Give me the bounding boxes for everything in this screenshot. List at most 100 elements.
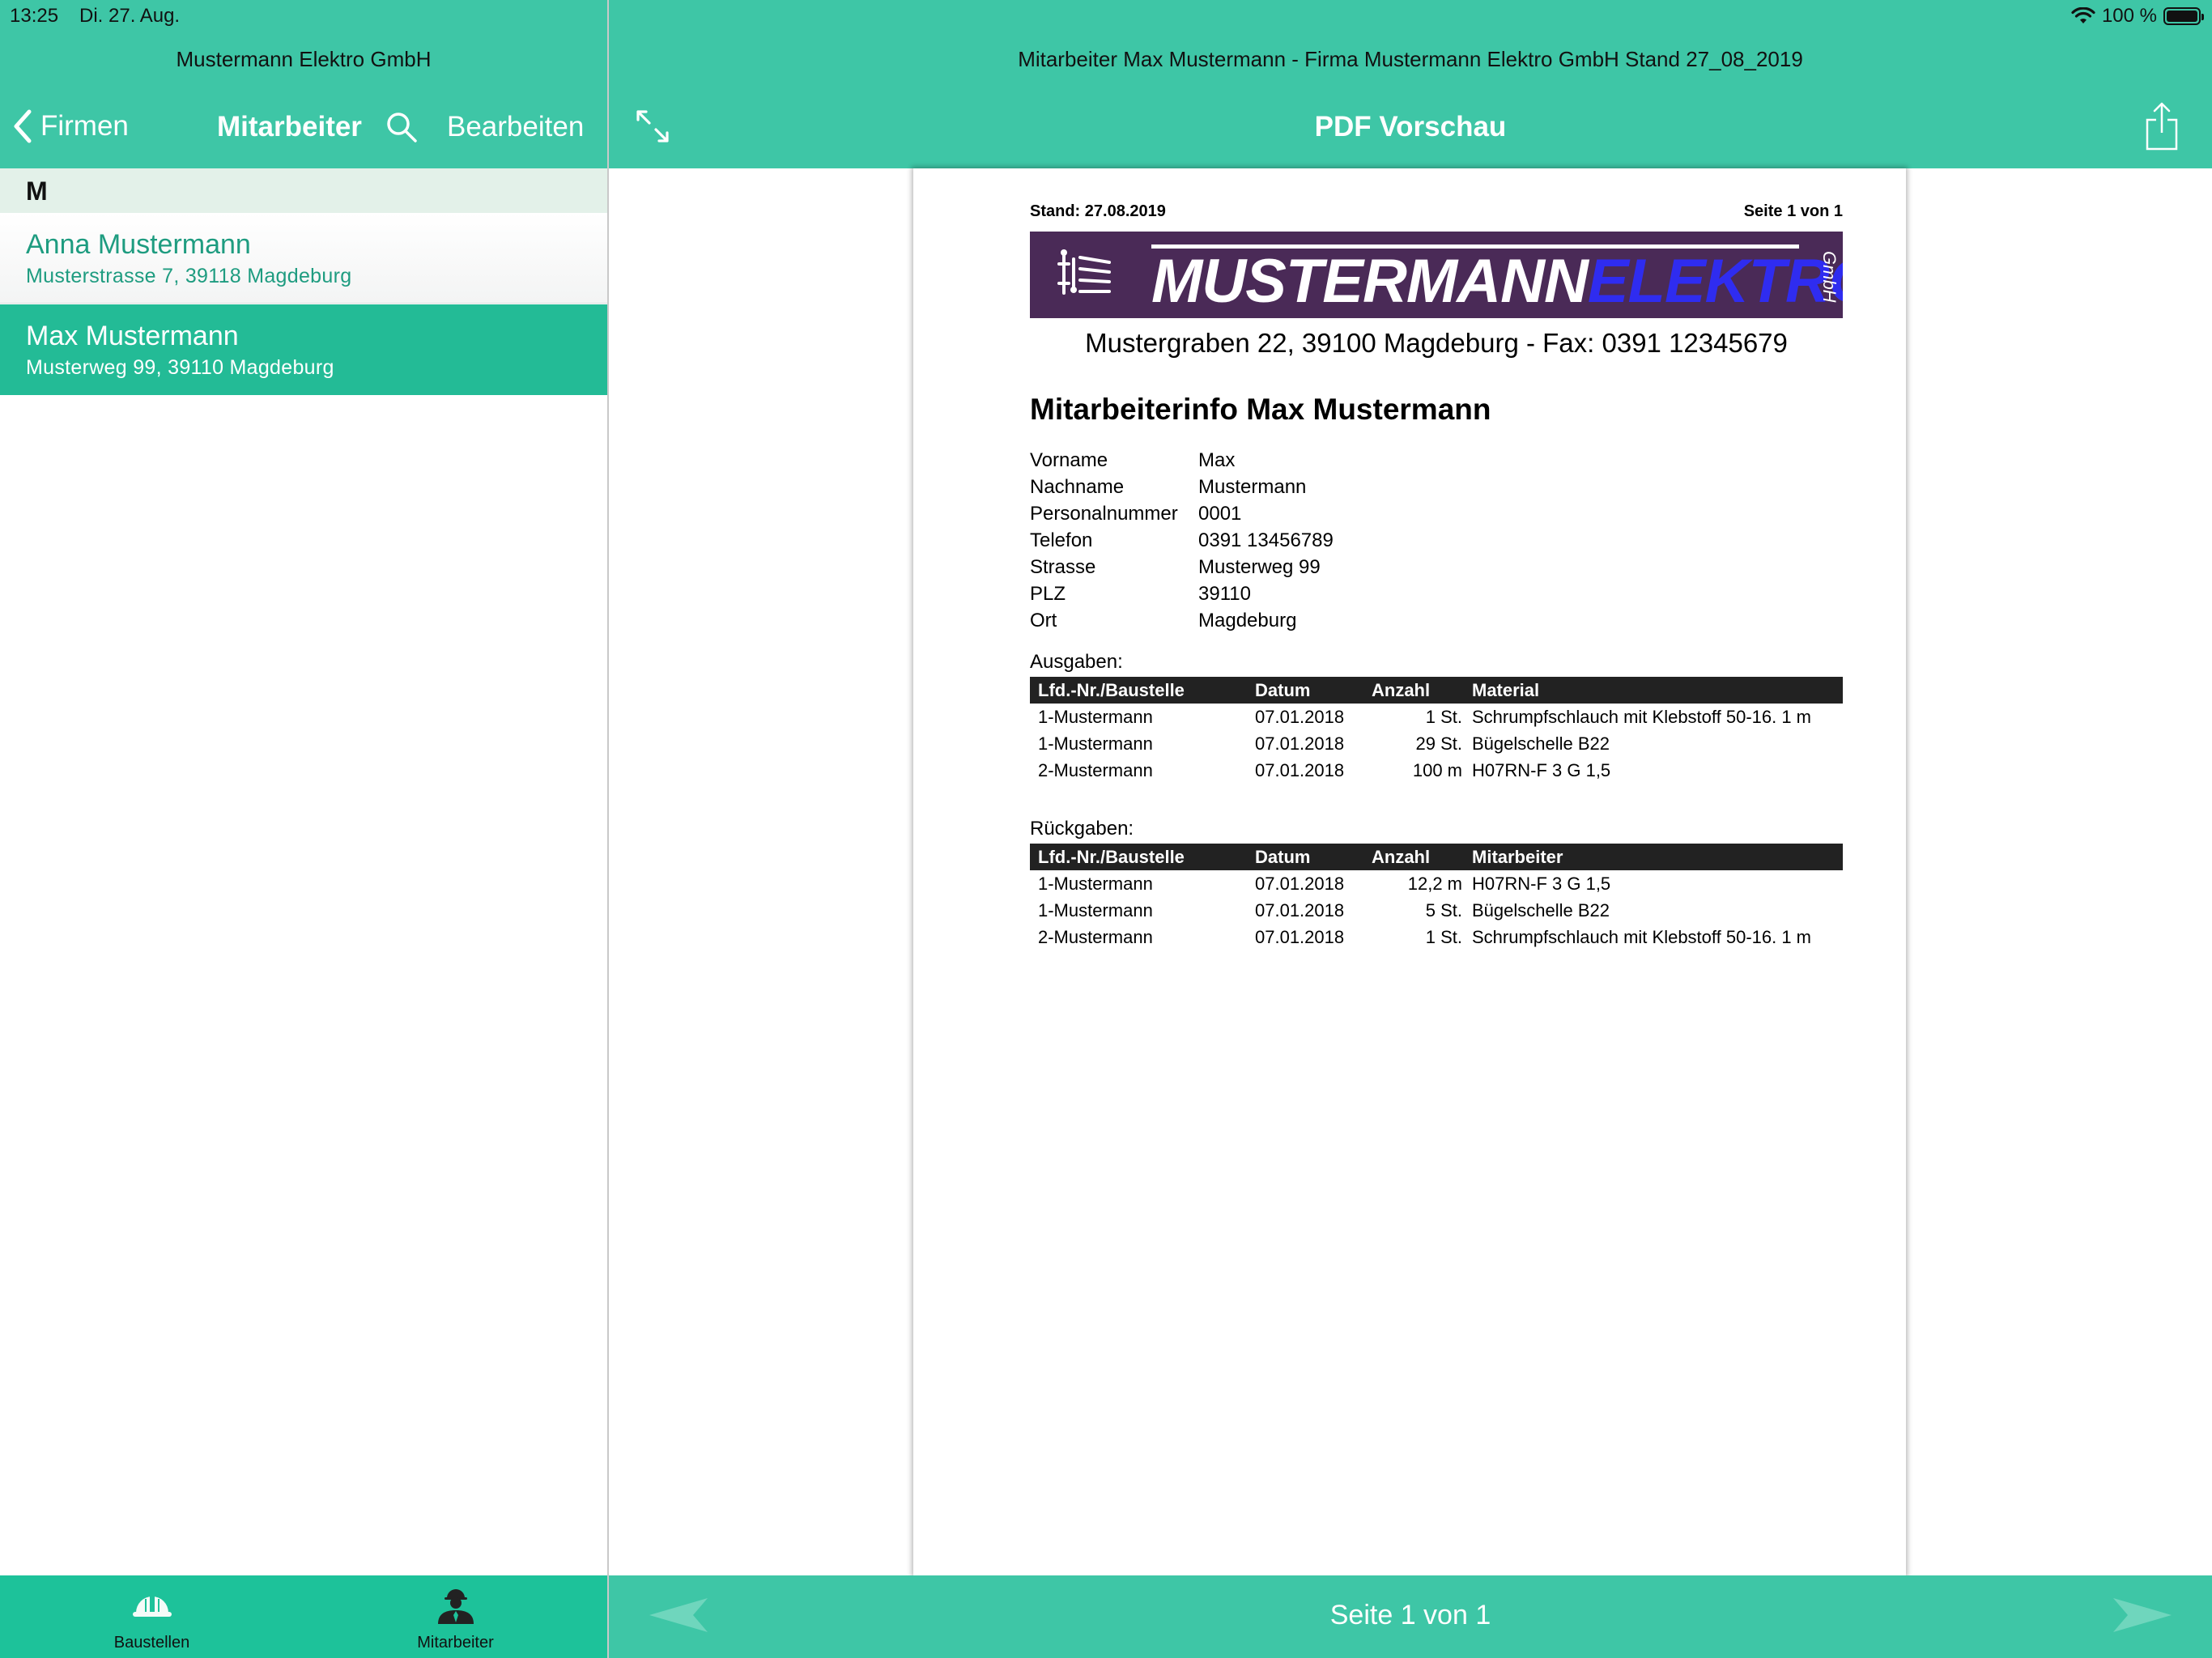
employee-name: Anna Mustermann bbox=[26, 229, 251, 260]
company-logo-banner: MUSTERMANNELEKTRO GmbH bbox=[1030, 232, 1843, 318]
info-value: 0001 bbox=[1198, 503, 1242, 525]
info-label: Personalnummer bbox=[1030, 503, 1178, 525]
table-cell: Schrumpfschlauch mit Klebstoff 50-16. 1 … bbox=[1472, 927, 1812, 947]
employee-address: Musterstrasse 7, 39118 Magdeburg bbox=[26, 265, 352, 287]
search-icon[interactable] bbox=[385, 110, 419, 144]
circuit-logo-icon bbox=[1057, 249, 1111, 295]
status-time: 13:25 bbox=[10, 5, 59, 27]
info-label: Vorname bbox=[1030, 449, 1108, 471]
table-cell: 07.01.2018 bbox=[1255, 760, 1345, 780]
info-value: Mustermann bbox=[1198, 476, 1307, 498]
info-label: Nachname bbox=[1030, 476, 1125, 498]
info-row: PLZ 39110 bbox=[1030, 583, 1843, 610]
table-cell: 29 St. bbox=[1415, 733, 1462, 754]
logo-gmbh: GmbH bbox=[1819, 251, 1838, 303]
table-cell: H07RN-F 3 G 1,5 bbox=[1472, 760, 1611, 780]
column-header: Anzahl bbox=[1372, 680, 1431, 700]
table-cell: 2-Mustermann bbox=[1038, 927, 1153, 947]
pdf-page-number: Seite 1 von 1 bbox=[1743, 202, 1843, 220]
back-button-label: Firmen bbox=[40, 110, 129, 142]
table-cell: 1-Mustermann bbox=[1038, 707, 1153, 727]
pdf-stand: Stand: 27.08.2019 bbox=[1030, 202, 1166, 220]
tab-mitarbeiter[interactable]: Mitarbeiter bbox=[304, 1575, 607, 1658]
status-date: Di. 27. Aug. bbox=[79, 5, 181, 27]
table-cell: 12,2 m bbox=[1407, 874, 1462, 894]
table-header: Lfd.-Nr./Baustelle Datum Anzahl Material bbox=[1030, 677, 1843, 704]
table-cell: 1 St. bbox=[1425, 707, 1462, 727]
column-header: Lfd.-Nr./Baustelle bbox=[1038, 847, 1185, 867]
column-header: Mitarbeiter bbox=[1472, 847, 1563, 867]
table-row: 1-Mustermann 07.01.2018 5 St. Bügelschel… bbox=[1030, 897, 1843, 924]
nav-title: Mitarbeiter bbox=[217, 111, 362, 142]
table-row: 1-Mustermann 07.01.2018 29 St. Bügelsche… bbox=[1030, 730, 1843, 757]
employee-list-pane: Mustermann Elektro GmbH Firmen Mitarbeit… bbox=[0, 0, 607, 1658]
edit-button[interactable]: Bearbeiten bbox=[447, 111, 584, 143]
pdf-topline: Stand: 27.08.2019 Seite 1 von 1 bbox=[1030, 198, 1843, 220]
table-row: 1-Mustermann 07.01.2018 1 St. Schrumpfsc… bbox=[1030, 704, 1843, 730]
status-right: 100 % bbox=[2071, 5, 2204, 28]
column-header: Anzahl bbox=[1372, 847, 1431, 867]
info-value: 0391 13456789 bbox=[1198, 529, 1334, 551]
column-header: Datum bbox=[1255, 847, 1311, 867]
pdf-page[interactable]: Stand: 27.08.2019 Seite 1 von 1 MUSTERMA… bbox=[913, 168, 1906, 1575]
battery-percent: 100 % bbox=[2101, 5, 2157, 27]
info-label: Ort bbox=[1030, 610, 1057, 631]
list-item[interactable]: Anna Mustermann Musterstrasse 7, 39118 M… bbox=[0, 213, 607, 304]
tab-label: Baustellen bbox=[113, 1634, 190, 1652]
info-label: PLZ bbox=[1030, 583, 1066, 605]
info-value: Magdeburg bbox=[1198, 610, 1297, 631]
back-button[interactable]: Firmen bbox=[11, 108, 129, 144]
table-row: 2-Mustermann 07.01.2018 100 m H07RN-F 3 … bbox=[1030, 757, 1843, 784]
table-cell: 07.01.2018 bbox=[1255, 733, 1345, 754]
table-row: 2-Mustermann 07.01.2018 1 St. Schrumpfsc… bbox=[1030, 924, 1843, 950]
info-value: Musterweg 99 bbox=[1198, 556, 1321, 578]
table-cell: 07.01.2018 bbox=[1255, 707, 1345, 727]
pdf-preview-title: PDF Vorschau bbox=[1314, 111, 1507, 142]
document-title: Mitarbeiter Max Mustermann - Firma Muste… bbox=[1018, 47, 1803, 71]
logo-word-1: MUSTERMANN bbox=[1151, 247, 1589, 316]
company-address-line: Mustergraben 22, 39100 Magdeburg - Fax: … bbox=[1085, 328, 1788, 358]
table-header: Lfd.-Nr./Baustelle Datum Anzahl Mitarbei… bbox=[1030, 844, 1843, 870]
rueckgaben-label: Rückgaben: bbox=[1030, 818, 1134, 840]
info-row: Nachname Mustermann bbox=[1030, 476, 1843, 503]
employee-info-list: Vorname Max Nachname Mustermann Personalnu… bbox=[1030, 449, 1843, 636]
table-cell: 100 m bbox=[1412, 760, 1462, 780]
svg-text:GmbH: GmbH bbox=[1819, 251, 1838, 303]
tab-baustellen[interactable]: Baustellen bbox=[0, 1575, 304, 1658]
worker-icon bbox=[438, 1589, 474, 1624]
table-cell: 2-Mustermann bbox=[1038, 760, 1153, 780]
table-cell: 5 St. bbox=[1425, 900, 1462, 920]
info-row: Vorname Max bbox=[1030, 449, 1843, 476]
table-row: 1-Mustermann 07.01.2018 12,2 m H07RN-F 3… bbox=[1030, 870, 1843, 897]
section-letter: M bbox=[26, 176, 48, 206]
next-page-arrow-icon[interactable] bbox=[2110, 1595, 2175, 1635]
info-value: Max bbox=[1198, 449, 1236, 471]
ausgaben-table: Lfd.-Nr./Baustelle Datum Anzahl Material… bbox=[1030, 677, 1843, 784]
employee-address: Musterweg 99, 39110 Magdeburg bbox=[26, 356, 334, 379]
battery-level bbox=[2167, 11, 2197, 22]
rueckgaben-table: Lfd.-Nr./Baustelle Datum Anzahl Mitarbei… bbox=[1030, 844, 1843, 950]
battery-icon bbox=[2163, 7, 2204, 25]
list-item-selected[interactable]: Max Mustermann Musterweg 99, 39110 Magde… bbox=[0, 304, 607, 395]
table-cell: 1 St. bbox=[1425, 927, 1462, 947]
column-header: Material bbox=[1472, 680, 1540, 700]
employee-name: Max Mustermann bbox=[26, 321, 239, 351]
info-row: Ort Magdeburg bbox=[1030, 610, 1843, 636]
pdf-heading: Mitarbeiterinfo Max Mustermann bbox=[1030, 393, 1491, 426]
tab-label: Mitarbeiter bbox=[417, 1634, 494, 1652]
table-cell: H07RN-F 3 G 1,5 bbox=[1472, 874, 1611, 894]
company-title: Mustermann Elektro GmbH bbox=[176, 47, 432, 71]
column-header: Datum bbox=[1255, 680, 1311, 700]
table-cell: Schrumpfschlauch mit Klebstoff 50-16. 1 … bbox=[1472, 707, 1812, 727]
table-cell: 1-Mustermann bbox=[1038, 733, 1153, 754]
hard-hat-icon bbox=[133, 1595, 172, 1617]
table-cell: Bügelschelle B22 bbox=[1472, 733, 1610, 754]
table-cell: 07.01.2018 bbox=[1255, 900, 1345, 920]
table-cell: 1-Mustermann bbox=[1038, 874, 1153, 894]
share-icon[interactable] bbox=[2144, 100, 2180, 152]
chevron-left-icon bbox=[14, 109, 32, 143]
table-cell: Bügelschelle B22 bbox=[1472, 900, 1610, 920]
info-label: Telefon bbox=[1030, 529, 1093, 551]
column-header: Lfd.-Nr./Baustelle bbox=[1038, 680, 1185, 700]
